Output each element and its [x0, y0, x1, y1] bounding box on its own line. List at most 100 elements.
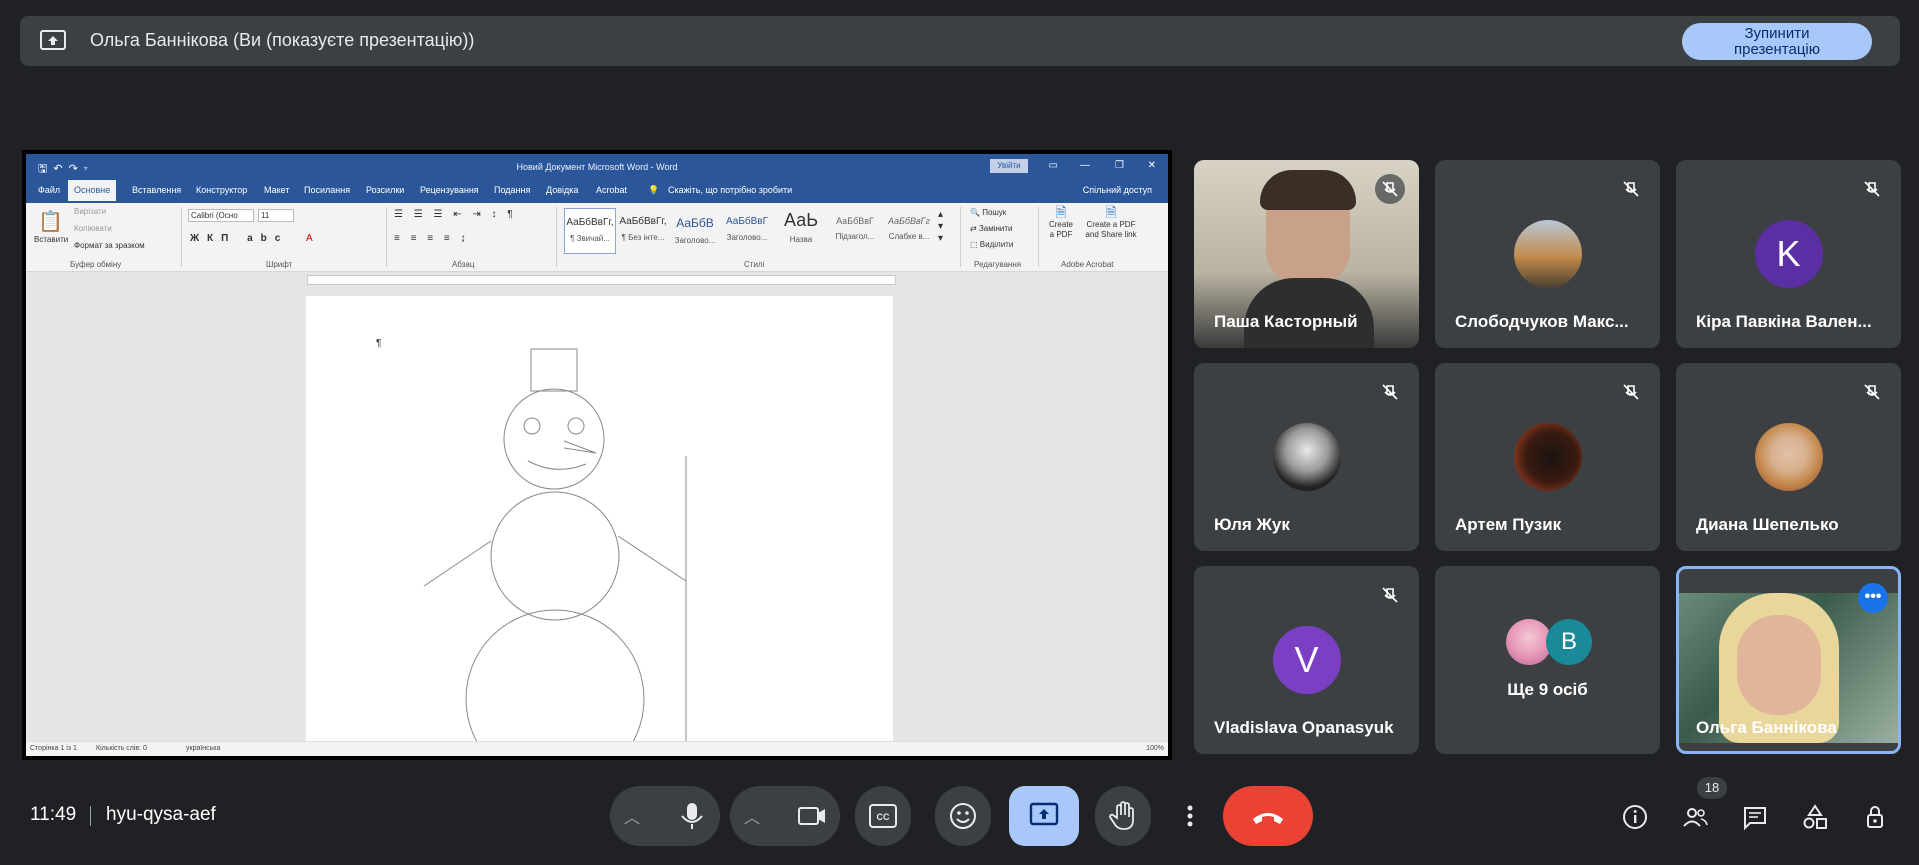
camera-button[interactable]	[786, 790, 838, 842]
raise-hand-button[interactable]	[1095, 786, 1151, 846]
present-button[interactable]	[1009, 786, 1079, 846]
vertical-ruler[interactable]	[26, 286, 40, 746]
tab-design[interactable]: Конструктор	[196, 185, 247, 195]
chevron-up-icon[interactable]: ︿	[744, 804, 760, 828]
participant-tile[interactable]: K Кіра Павкіна Вален...	[1676, 160, 1901, 348]
captions-button[interactable]: CC	[855, 786, 911, 846]
participant-tile[interactable]: V Vladislava Opanasyuk	[1194, 566, 1419, 754]
select-button[interactable]: ⬚ Виділити	[970, 240, 1013, 249]
restore-icon[interactable]: ❐	[1115, 160, 1124, 171]
paste-icon[interactable]: 📋	[38, 209, 63, 234]
tab-home[interactable]: Основне	[68, 180, 117, 201]
tab-file[interactable]: Файл	[38, 185, 60, 195]
avatar	[1754, 423, 1823, 491]
reactions-button[interactable]	[935, 786, 991, 846]
hang-up-icon	[1253, 813, 1283, 824]
document-page[interactable]: ¶	[306, 296, 893, 756]
chat-button[interactable]	[1740, 802, 1770, 832]
style-subtitle[interactable]: АаБбВвГ Підзагол...	[830, 208, 880, 252]
more-vert-icon	[1187, 805, 1193, 827]
paste-button[interactable]: Вставити	[34, 235, 68, 244]
meeting-time: 11:49	[30, 804, 77, 825]
font-color-icon[interactable]: A	[306, 233, 313, 244]
word-login-button[interactable]: Увійти	[990, 159, 1028, 173]
ribbon-display-icon[interactable]: ▭	[1049, 160, 1058, 171]
captions-icon: CC	[869, 804, 897, 828]
activities-button[interactable]	[1800, 802, 1830, 832]
format-painter-button[interactable]: Формат за зразком	[74, 241, 145, 250]
more-options-button[interactable]	[1170, 786, 1210, 846]
tab-layout[interactable]: Макет	[264, 185, 289, 195]
participant-tile[interactable]: Юля Жук	[1194, 363, 1419, 551]
avatar	[1272, 423, 1341, 491]
tell-me-box[interactable]: Скажіть, що потрібно зробити	[668, 185, 792, 195]
camera-icon	[798, 807, 825, 825]
lock-person-icon	[1867, 806, 1883, 828]
others-tile[interactable]: B Ще 9 осіб	[1435, 566, 1660, 754]
share-button[interactable]: Спільний доступ	[1083, 185, 1152, 195]
horizontal-ruler[interactable]	[26, 272, 1168, 286]
shared-screen-word: 🖫↶↷▿ Новий Документ Microsoft Word - Wor…	[22, 150, 1172, 760]
create-pdf-button[interactable]: 🗎 Create a PDF	[1046, 205, 1076, 240]
font-format-buttons[interactable]: ЖКП abc	[190, 233, 288, 244]
people-icon	[1683, 808, 1708, 827]
font-size-field[interactable]: 11	[258, 209, 294, 222]
styles-scroll-icon[interactable]: ▴ ▾ ▾	[938, 209, 943, 245]
others-count-label: Ще 9 осіб	[1507, 680, 1588, 699]
font-name-field[interactable]: Calibri (Осно	[188, 209, 254, 222]
style-no-spacing[interactable]: АаБбВвГг, ¶ Без інте...	[618, 208, 668, 252]
microphone-button[interactable]	[666, 790, 718, 842]
create-share-button[interactable]: 🗎 Create a PDF and Share link	[1081, 205, 1141, 240]
snowman-drawing	[423, 348, 687, 756]
stop-presenting-button[interactable]: Зупинити презентацію	[1682, 23, 1872, 60]
avatar	[1513, 423, 1582, 491]
align-buttons[interactable]: ≡ ≡ ≡ ≡ ↨	[394, 233, 469, 244]
tab-mailings[interactable]: Розсилки	[366, 185, 404, 195]
minimize-icon[interactable]: —	[1080, 160, 1090, 171]
participant-tile[interactable]: Артем Пузик	[1435, 363, 1660, 551]
style-normal[interactable]: АаБбВвГг, ¶ Звичай...	[564, 208, 616, 254]
tab-references[interactable]: Посилання	[304, 185, 350, 195]
tab-acrobat[interactable]: Acrobat	[596, 185, 627, 195]
document-canvas[interactable]: ¶	[40, 286, 1168, 756]
mic-off-icon	[1375, 174, 1405, 204]
copy-button[interactable]: Копіювати	[74, 224, 112, 233]
participant-tile[interactable]: Диана Шепелько	[1676, 363, 1901, 551]
find-button[interactable]: 🔍 Пошук	[970, 208, 1006, 217]
style-heading2[interactable]: АаБбВвГ Заголово...	[722, 208, 772, 252]
camera-control: ︿	[730, 786, 840, 846]
participant-name: Диана Шепелько	[1696, 515, 1839, 534]
meeting-details-button[interactable]	[1620, 802, 1650, 832]
status-zoom[interactable]: 100%	[1146, 745, 1164, 752]
style-title[interactable]: АаЬ Назва	[776, 208, 826, 252]
participant-tile[interactable]: Паша Касторный	[1194, 160, 1419, 348]
tab-review[interactable]: Рецензування	[420, 185, 479, 195]
host-controls-button[interactable]	[1860, 802, 1890, 832]
people-button[interactable]	[1680, 802, 1710, 832]
style-heading1[interactable]: АаБбВ Заголово...	[670, 208, 720, 252]
chat-icon	[1744, 807, 1766, 831]
chevron-up-icon[interactable]: ︿	[624, 804, 640, 828]
self-tile[interactable]: ••• Ольга Баннікова	[1676, 566, 1901, 754]
cut-button[interactable]: Вирізати	[74, 207, 106, 216]
list-buttons[interactable]: ☰ ☰ ☰ ⇤ ⇥ ↕ ¶	[394, 209, 517, 220]
replace-button[interactable]: ⇄ Замінити	[970, 224, 1013, 233]
status-words: Кількість слів: 0	[96, 745, 147, 752]
tab-help[interactable]: Довідка	[546, 185, 578, 195]
mic-off-icon	[1857, 174, 1887, 204]
tab-view[interactable]: Подання	[494, 185, 530, 195]
more-options-icon[interactable]: •••	[1858, 583, 1888, 613]
leave-call-button[interactable]	[1223, 786, 1313, 846]
word-titlebar: 🖫↶↷▿ Новий Документ Microsoft Word - Wor…	[26, 154, 1168, 179]
tab-insert[interactable]: Вставлення	[132, 185, 181, 195]
status-page: Сторінка 1 із 1	[30, 745, 77, 752]
avatar: V	[1272, 626, 1341, 694]
participant-tile[interactable]: Слободчуков Макс...	[1435, 160, 1660, 348]
status-language[interactable]: українська	[186, 745, 220, 752]
mic-off-icon	[1375, 377, 1405, 407]
participant-name: Юля Жук	[1214, 515, 1290, 534]
style-subtle-emphasis[interactable]: АаБбВвГг Слабке в...	[884, 208, 934, 252]
close-icon[interactable]: ✕	[1148, 160, 1156, 171]
emoji-icon	[950, 803, 976, 829]
hand-icon	[1109, 801, 1134, 830]
